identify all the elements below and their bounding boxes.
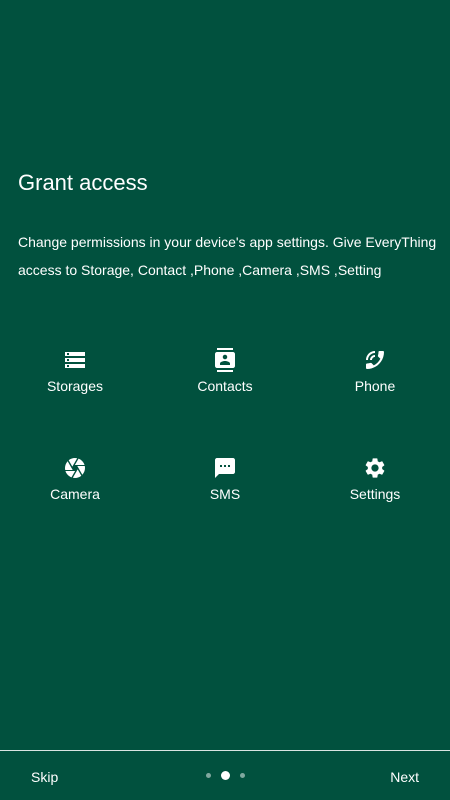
next-button[interactable]: Next: [390, 768, 419, 786]
storage-icon: [63, 348, 87, 372]
permission-item-phone[interactable]: Phone: [300, 340, 450, 448]
permission-item-camera[interactable]: Camera: [0, 448, 150, 556]
contacts-icon: [213, 348, 237, 372]
settings-icon: [363, 456, 387, 480]
camera-icon: [63, 456, 87, 480]
permission-item-contacts[interactable]: Contacts: [150, 340, 300, 448]
page-dot-3: [239, 773, 245, 778]
permission-label: Settings: [349, 486, 401, 502]
page-dot-1: [205, 773, 211, 778]
permission-label: Phone: [354, 378, 396, 394]
page-dot-2-active: [220, 771, 230, 780]
sms-icon: [213, 456, 237, 480]
permission-description: Change permissions in your device's app …: [18, 234, 437, 278]
permission-label: SMS: [209, 486, 241, 502]
permission-label: Contacts: [197, 378, 253, 394]
permission-item-storages[interactable]: Storages: [0, 340, 150, 448]
page-indicator: [0, 771, 450, 780]
permission-item-settings[interactable]: Settings: [300, 448, 450, 556]
permission-label: Storages: [46, 378, 104, 394]
permission-label: Camera: [50, 486, 100, 502]
phone-icon: [363, 348, 387, 372]
permission-item-sms[interactable]: SMS: [150, 448, 300, 556]
onboarding-footer: Skip Next: [0, 750, 450, 800]
permission-grid: Storages Contacts Phone Camera SMS Setti…: [0, 340, 450, 556]
page-title: Grant access: [18, 170, 148, 195]
